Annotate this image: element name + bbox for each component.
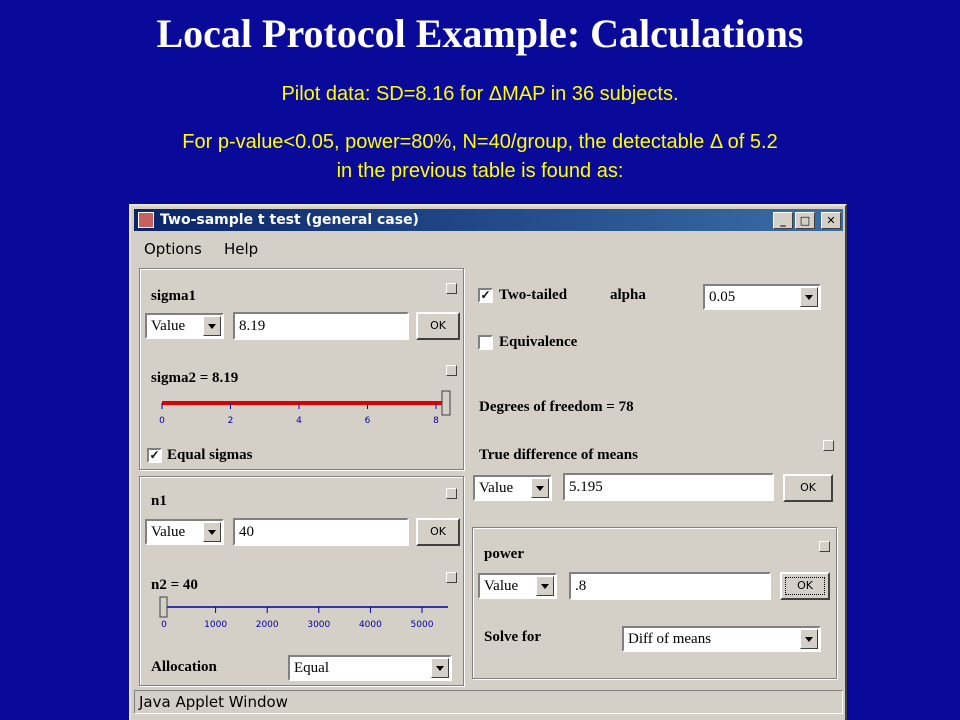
true-diff-label: True difference of means [479, 447, 638, 463]
chevron-down-icon [536, 576, 554, 596]
equal-sigmas-checkbox[interactable]: ✓ [147, 448, 162, 463]
close-button[interactable]: ✕ [821, 212, 841, 229]
n2-help-icon[interactable] [446, 572, 457, 583]
n2-tick-label: 0 [161, 620, 167, 630]
n2-slider-thumb [159, 596, 168, 618]
sigma1-label: sigma1 [151, 288, 196, 304]
solve-for-select[interactable]: Diff of means [622, 626, 821, 652]
minimize-button[interactable]: _ [773, 212, 793, 229]
n2-tick-label: 3000 [307, 620, 330, 630]
sigma2-tick-label: 8 [433, 416, 439, 426]
slide-title: Local Protocol Example: Calculations [156, 11, 804, 56]
n2-tick-label: 4000 [359, 620, 382, 630]
sigma-panel: sigma1 Value 8.19 OK sigma2 = 8.19 0 2 4 6 8… [139, 268, 464, 470]
chevron-down-icon [800, 287, 818, 307]
allocation-label: Allocation [151, 659, 217, 675]
power-ok-button[interactable]: OK [780, 572, 830, 600]
sigma2-slider[interactable]: 0 2 4 6 8 [148, 387, 460, 433]
equivalence-label: Equivalence [499, 334, 578, 350]
power-label: power [484, 546, 524, 562]
sigma2-tick-label: 2 [228, 416, 234, 426]
window-title: Two-sample t test (general case) [160, 212, 419, 228]
n2-tick-label: 2000 [256, 620, 279, 630]
menu-help[interactable]: Help [224, 240, 258, 258]
two-tailed-checkbox[interactable]: ✓ [478, 288, 493, 303]
power-panel: power Value .8 OK Solve for Diff of mean… [472, 527, 837, 679]
power-mode-select[interactable]: Value [478, 573, 557, 599]
true-diff-input[interactable]: 5.195 [563, 473, 774, 501]
n1-label: n1 [151, 493, 167, 509]
detectable-text-line2: in the previous table is found as: [336, 160, 624, 182]
sigma2-label: sigma2 = 8.19 [151, 370, 239, 386]
power-input[interactable]: .8 [569, 572, 771, 600]
power-help-icon[interactable] [819, 541, 830, 552]
window-titlebar[interactable]: Two-sample t test (general case) _ □ ✕ [134, 209, 843, 231]
n1-help-icon[interactable] [446, 488, 457, 499]
chevron-down-icon [800, 629, 818, 649]
sigma1-mode-select[interactable]: Value [145, 313, 224, 339]
sigma2-help-icon[interactable] [446, 365, 457, 376]
equal-sigmas-label: Equal sigmas [167, 447, 253, 463]
chevron-down-icon [431, 658, 449, 678]
sigma2-slider-thumb [441, 390, 451, 416]
equivalence-checkbox[interactable] [478, 335, 493, 350]
sigma2-tick-label: 6 [365, 416, 371, 426]
chevron-down-icon [203, 522, 221, 542]
two-tailed-label: Two-tailed [499, 287, 568, 303]
alpha-label: alpha [610, 287, 646, 303]
degrees-of-freedom-text: Degrees of freedom = 78 [479, 399, 634, 415]
n2-tick-label: 1000 [204, 620, 227, 630]
detectable-text-line1: For p-value<0.05, power=80%, N=40/group,… [182, 131, 778, 153]
sigma1-input[interactable]: 8.19 [233, 312, 409, 340]
n-panel: n1 Value 40 OK n2 = 40 0 1000 2000 3000 4000… [139, 476, 464, 686]
sigma1-ok-button[interactable]: OK [416, 312, 460, 340]
sigma1-help-icon[interactable] [446, 283, 457, 294]
n1-input[interactable]: 40 [233, 518, 409, 546]
alpha-select[interactable]: 0.05 [703, 284, 821, 310]
true-diff-ok-button[interactable]: OK [783, 474, 833, 502]
sigma2-tick-label: 0 [159, 416, 165, 426]
pilot-data-text: Pilot data: SD=8.16 for ΔMAP in 36 subje… [281, 83, 679, 105]
true-diff-mode-select[interactable]: Value [473, 475, 552, 501]
n2-slider[interactable]: 0 1000 2000 3000 4000 5000 [148, 591, 460, 637]
status-bar: Java Applet Window [134, 690, 843, 714]
sigma2-tick-label: 4 [296, 416, 302, 426]
n1-mode-select[interactable]: Value [145, 519, 224, 545]
chevron-down-icon [531, 478, 549, 498]
true-diff-help-icon[interactable] [823, 440, 834, 451]
applet-window: Two-sample t test (general case) _ □ ✕ O… [129, 204, 847, 720]
java-app-icon [138, 212, 154, 228]
chevron-down-icon [203, 316, 221, 336]
maximize-button[interactable]: □ [795, 212, 815, 229]
status-text: Java Applet Window [139, 693, 288, 711]
menu-options[interactable]: Options [144, 240, 202, 258]
solve-for-label: Solve for [484, 629, 542, 645]
allocation-select[interactable]: Equal [288, 655, 452, 681]
n1-ok-button[interactable]: OK [416, 518, 460, 546]
n2-tick-label: 5000 [411, 620, 434, 630]
